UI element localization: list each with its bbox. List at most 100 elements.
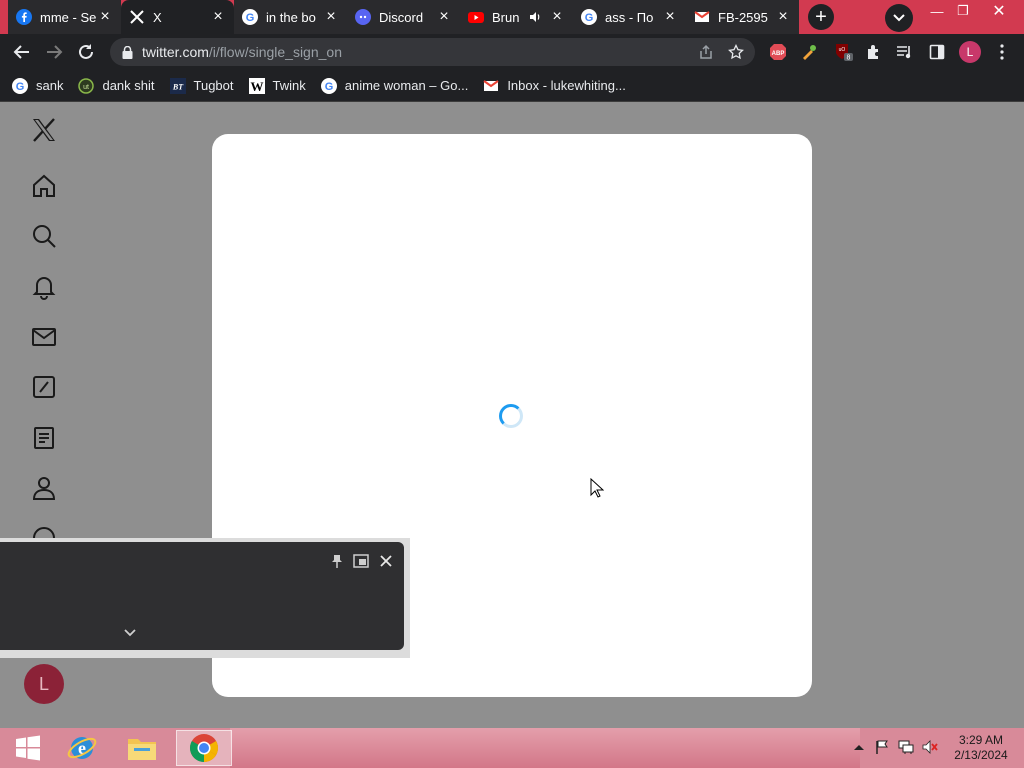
media-control-icon[interactable] (895, 42, 915, 62)
profile-avatar[interactable]: L (959, 41, 981, 63)
mini-player-body[interactable] (0, 542, 404, 650)
home-icon[interactable] (30, 172, 58, 200)
svg-text:G: G (585, 12, 594, 24)
notifications-bell-icon[interactable] (30, 273, 58, 301)
extensions-puzzle-icon[interactable] (864, 42, 884, 62)
ublock-origin-icon[interactable]: uO 8 (834, 42, 854, 62)
bookmark-label: Tugbot (193, 78, 234, 93)
clock-date: 2/13/2024 (954, 748, 1008, 762)
bookmark-twink[interactable]: W Twink (248, 77, 306, 94)
action-center-flag-icon[interactable] (873, 738, 891, 756)
restore-window-button[interactable]: ❐ (946, 0, 980, 22)
bookmark-label: dank shit (102, 78, 155, 93)
bookmark-label: Inbox - lukewhiting... (507, 78, 626, 93)
bookmark-anime-woman[interactable]: G anime woman – Go... (320, 77, 468, 94)
tab-title: in the bo (266, 9, 316, 25)
clock-time: 3:29 AM (958, 733, 1004, 747)
adblock-plus-icon[interactable]: ABP (768, 42, 788, 62)
new-tab-button[interactable]: + (808, 4, 834, 30)
close-window-button[interactable]: ✕ (982, 0, 1016, 22)
bookmark-label: sank (36, 78, 64, 93)
close-icon[interactable] (377, 552, 395, 570)
google-icon: G (581, 9, 597, 25)
tab-google-search[interactable]: G in the bo × (234, 0, 347, 34)
url-host: twitter.com (142, 44, 209, 60)
expand-window-icon[interactable] (352, 552, 370, 570)
tab-title: ass - По (605, 9, 654, 25)
folder-icon (128, 739, 156, 760)
tab-discord[interactable]: Discord × (347, 0, 460, 34)
start-button[interactable] (0, 730, 56, 766)
mouse-cursor-icon (590, 478, 604, 498)
svg-text:BT: BT (171, 82, 183, 91)
tab-search-button[interactable] (885, 4, 913, 32)
reload-icon (79, 44, 93, 59)
account-avatar[interactable]: L (24, 664, 64, 704)
svg-text:W: W (250, 79, 263, 94)
bookmark-sank[interactable]: G sank (12, 77, 64, 94)
speaker-audio-icon[interactable] (527, 9, 543, 25)
file-explorer-button[interactable] (114, 730, 170, 766)
lock-icon[interactable] (120, 45, 134, 59)
close-tab-icon[interactable]: × (97, 8, 113, 25)
reload-button[interactable] (74, 40, 98, 64)
chrome-icon (190, 734, 218, 762)
tab-google-ass[interactable]: G ass - По × (573, 0, 686, 34)
address-bar[interactable]: twitter.com/i/flow/single_sign_on (110, 38, 755, 66)
gmail-icon (483, 78, 499, 94)
profile-person-icon[interactable] (30, 474, 58, 502)
chevron-down-icon[interactable] (121, 624, 139, 642)
chrome-button[interactable] (176, 730, 232, 766)
facebook-icon (16, 9, 32, 25)
windows-logo-icon (16, 735, 40, 761)
search-icon[interactable] (30, 222, 58, 250)
grok-slash-icon[interactable] (30, 373, 58, 401)
back-arrow-icon (13, 45, 29, 59)
url-text[interactable]: twitter.com/i/flow/single_sign_on (142, 44, 695, 60)
bookmark-label: Twink (272, 78, 306, 93)
chevron-down-icon (893, 14, 905, 22)
close-tab-icon[interactable]: × (436, 8, 452, 25)
messages-envelope-icon[interactable] (30, 323, 58, 351)
windows-taskbar: e 3:29 AM 2/13/2024 (0, 728, 1024, 768)
bookmark-dank-shit[interactable]: ut dank shit (78, 77, 155, 94)
x-logo-icon[interactable] (30, 116, 58, 144)
tab-title: mme - Se (40, 9, 97, 25)
bookmarks-bar: G sank ut dank shit BT Tugbot W Twink G … (0, 70, 1024, 102)
discord-icon (355, 9, 371, 25)
x-logo-icon (129, 9, 145, 25)
network-icon[interactable] (897, 738, 915, 756)
tab-youtube[interactable]: Brun × (460, 0, 573, 34)
side-panel-icon[interactable] (927, 42, 947, 62)
volume-muted-icon[interactable] (921, 738, 939, 756)
bookmark-star-icon[interactable] (725, 41, 747, 63)
system-clock[interactable]: 3:29 AM 2/13/2024 (946, 733, 1016, 763)
internet-explorer-icon: e (67, 737, 97, 759)
pin-icon[interactable] (328, 552, 346, 570)
tab-gmail[interactable]: FB-2595 × (686, 0, 799, 34)
tab-title: Discord (379, 9, 424, 25)
tab-facebook[interactable]: mme - Se × (8, 0, 121, 34)
color-picker-extension-icon[interactable] (799, 42, 819, 62)
svg-text:uO: uO (839, 47, 846, 53)
kebab-menu-icon[interactable] (992, 42, 1012, 62)
lists-icon[interactable] (30, 424, 58, 452)
close-tab-icon[interactable]: × (775, 8, 791, 25)
close-tab-icon[interactable]: × (549, 8, 565, 25)
close-tab-icon[interactable]: × (662, 8, 678, 25)
close-tab-icon[interactable]: × (210, 8, 226, 25)
close-tab-icon[interactable]: × (323, 8, 339, 25)
bt-icon: BT (169, 77, 186, 94)
internet-explorer-button[interactable]: e (54, 730, 110, 766)
loading-spinner (499, 404, 523, 428)
google-icon: G (320, 77, 337, 94)
bookmark-inbox[interactable]: Inbox - lukewhiting... (483, 78, 626, 94)
forward-button[interactable] (42, 40, 66, 64)
tab-title: FB-2595 (718, 9, 768, 25)
share-icon[interactable] (695, 41, 717, 63)
show-hidden-icons-icon[interactable] (850, 738, 868, 756)
browser-toolbar: twitter.com/i/flow/single_sign_on ABP uO… (0, 34, 1024, 70)
tab-x[interactable]: X × (121, 0, 234, 34)
back-button[interactable] (10, 40, 34, 64)
bookmark-tugbot[interactable]: BT Tugbot (169, 77, 234, 94)
